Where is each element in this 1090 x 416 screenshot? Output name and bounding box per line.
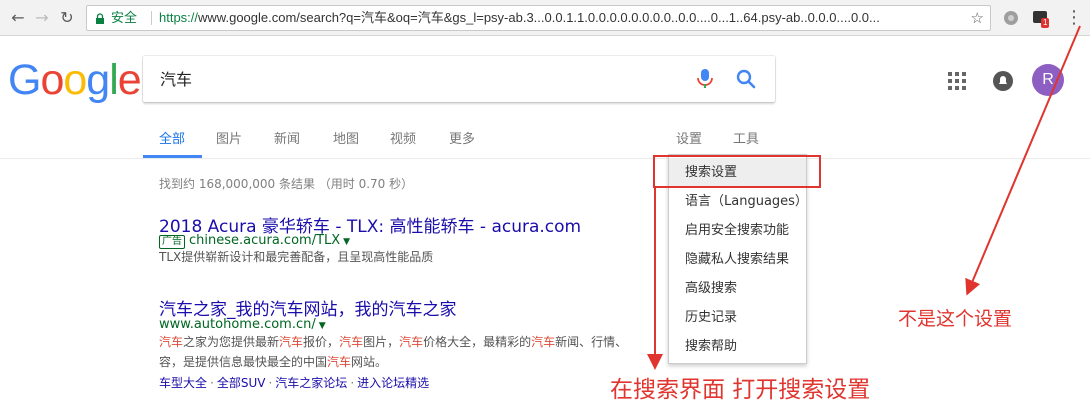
snippet-highlight: 汽车: [159, 335, 184, 349]
menu-item-search-help[interactable]: 搜索帮助: [669, 332, 806, 361]
lock-icon: [96, 13, 104, 24]
menu-item-history[interactable]: 历史记录: [669, 303, 806, 332]
sitelink-separator: ·: [210, 376, 214, 390]
menu-item-advanced-search[interactable]: 高级搜索: [669, 274, 806, 303]
account-avatar[interactable]: R: [1032, 64, 1064, 96]
reload-icon[interactable]: ↻: [57, 8, 77, 28]
notifications-bell-icon[interactable]: [992, 70, 1014, 92]
search-box: [143, 56, 775, 102]
browser-menu-icon[interactable]: ⋮: [1064, 8, 1084, 28]
snippet-text: 容，是提供信息最快最全的中国: [159, 355, 328, 369]
adblock-extension-icon[interactable]: 1: [1032, 9, 1050, 28]
sitelink[interactable]: 全部SUV: [217, 376, 266, 390]
tab-images[interactable]: 图片: [216, 128, 242, 147]
sitelink-separator: ·: [268, 376, 273, 390]
snippet-highlight: 汽车: [339, 335, 364, 349]
browser-toolbar: ← → ↻ 安全 https://www.google.com/search?q…: [0, 0, 1090, 36]
sitelink[interactable]: 车型大全: [159, 376, 207, 390]
sitelink[interactable]: 进入论坛精选: [357, 376, 429, 390]
annotation-open-search-settings: 在搜索界面 打开搜索设置: [610, 377, 871, 403]
logo-letter: g: [86, 56, 110, 104]
snippet-text: 网站。: [351, 355, 388, 369]
annotation-highlight-box: [653, 155, 821, 188]
chevron-down-icon[interactable]: ▼: [343, 237, 350, 247]
tab-news[interactable]: 新闻: [274, 128, 300, 147]
omnibox-divider: [151, 11, 152, 25]
back-arrow-icon[interactable]: ←: [8, 8, 28, 28]
logo-letter: e: [117, 56, 142, 104]
ad-result-snippet: TLX提供崭新设计和最完善配备，且呈现高性能品质: [159, 250, 434, 264]
result-stats: 找到约 168,000,000 条结果 （用时 0.70 秒）: [159, 177, 414, 191]
snippet-highlight: 汽车: [327, 355, 352, 369]
snippet-text: 图片，: [363, 335, 400, 349]
search-tabs: 全部 图片 新闻 地图 视频 更多 设置 工具: [0, 112, 1090, 159]
result-sitelinks: 车型大全 · 全部SUV · 汽车之家论坛 · 进入论坛精选: [159, 374, 429, 391]
extension-icon[interactable]: [1002, 9, 1020, 27]
snippet-highlight: 汽车: [279, 335, 304, 349]
tab-tools[interactable]: 工具: [733, 128, 759, 147]
google-logo[interactable]: Google: [8, 56, 142, 105]
logo-letter: o: [63, 56, 87, 104]
snippet-highlight: 汽车: [531, 335, 556, 349]
url-text[interactable]: https://www.google.com/search?q=汽车&oq=汽车…: [159, 6, 959, 30]
tab-settings[interactable]: 设置: [676, 128, 702, 147]
snippet-highlight: 汽车: [399, 335, 424, 349]
apps-grid-icon[interactable]: [948, 72, 966, 90]
snippet-text: 之家为您提供最新: [183, 335, 280, 349]
bookmark-star-icon[interactable]: ☆: [971, 6, 984, 30]
snippet-text: 新闻、行情、: [555, 335, 628, 349]
snippet-text: 价格大全，最精彩的: [423, 335, 532, 349]
chevron-down-icon[interactable]: ▼: [319, 321, 326, 331]
search-input[interactable]: [160, 68, 660, 87]
address-bar[interactable]: 安全 https://www.google.com/search?q=汽车&oq…: [86, 5, 991, 31]
annotation-not-this-setting: 不是这个设置: [898, 308, 1013, 330]
microphone-icon[interactable]: [695, 68, 715, 90]
annotation-arrow-diagonal: [965, 25, 1081, 296]
secure-label: 安全: [111, 10, 138, 25]
forward-arrow-icon[interactable]: →: [32, 8, 52, 28]
tab-all[interactable]: 全部: [159, 128, 185, 147]
tab-maps[interactable]: 地图: [333, 128, 359, 147]
search-icon[interactable]: [735, 68, 757, 90]
logo-letter: G: [8, 56, 41, 104]
url-scheme: https://: [159, 10, 199, 25]
url-path: www.google.com/search?q=汽车&oq=汽车&gs_l=ps…: [198, 10, 880, 25]
logo-letter: o: [40, 56, 64, 104]
menu-item-hide-private-results[interactable]: 隐藏私人搜索结果: [669, 245, 806, 274]
result-snippet: 汽车之家为您提供最新汽车报价，汽车图片，汽车价格大全，最精彩的汽车新闻、行情、 …: [159, 332, 659, 372]
tab-more[interactable]: 更多: [449, 128, 475, 147]
ad-result-url: chinese.acura.com/TLX: [189, 233, 341, 248]
result-snippet-line-1: 汽车之家为您提供最新汽车报价，汽车图片，汽车价格大全，最精彩的汽车新闻、行情、: [159, 332, 659, 352]
tab-videos[interactable]: 视频: [390, 128, 416, 147]
logo-letter: l: [109, 56, 119, 104]
sitelink[interactable]: 汽车之家论坛: [275, 376, 347, 390]
active-tab-indicator: [143, 155, 202, 158]
menu-item-safesearch[interactable]: 启用安全搜索功能: [669, 216, 806, 245]
result-url: www.autohome.com.cn/: [159, 317, 316, 332]
extension-badge: 1: [1041, 18, 1050, 28]
sitelink-separator: ·: [350, 376, 355, 390]
menu-item-languages[interactable]: 语言（Languages）: [669, 187, 808, 216]
result-url-line: www.autohome.com.cn/▼: [159, 317, 326, 332]
snippet-text: 报价，: [303, 335, 340, 349]
result-snippet-line-2: 容，是提供信息最快最全的中国汽车网站。: [159, 352, 659, 372]
